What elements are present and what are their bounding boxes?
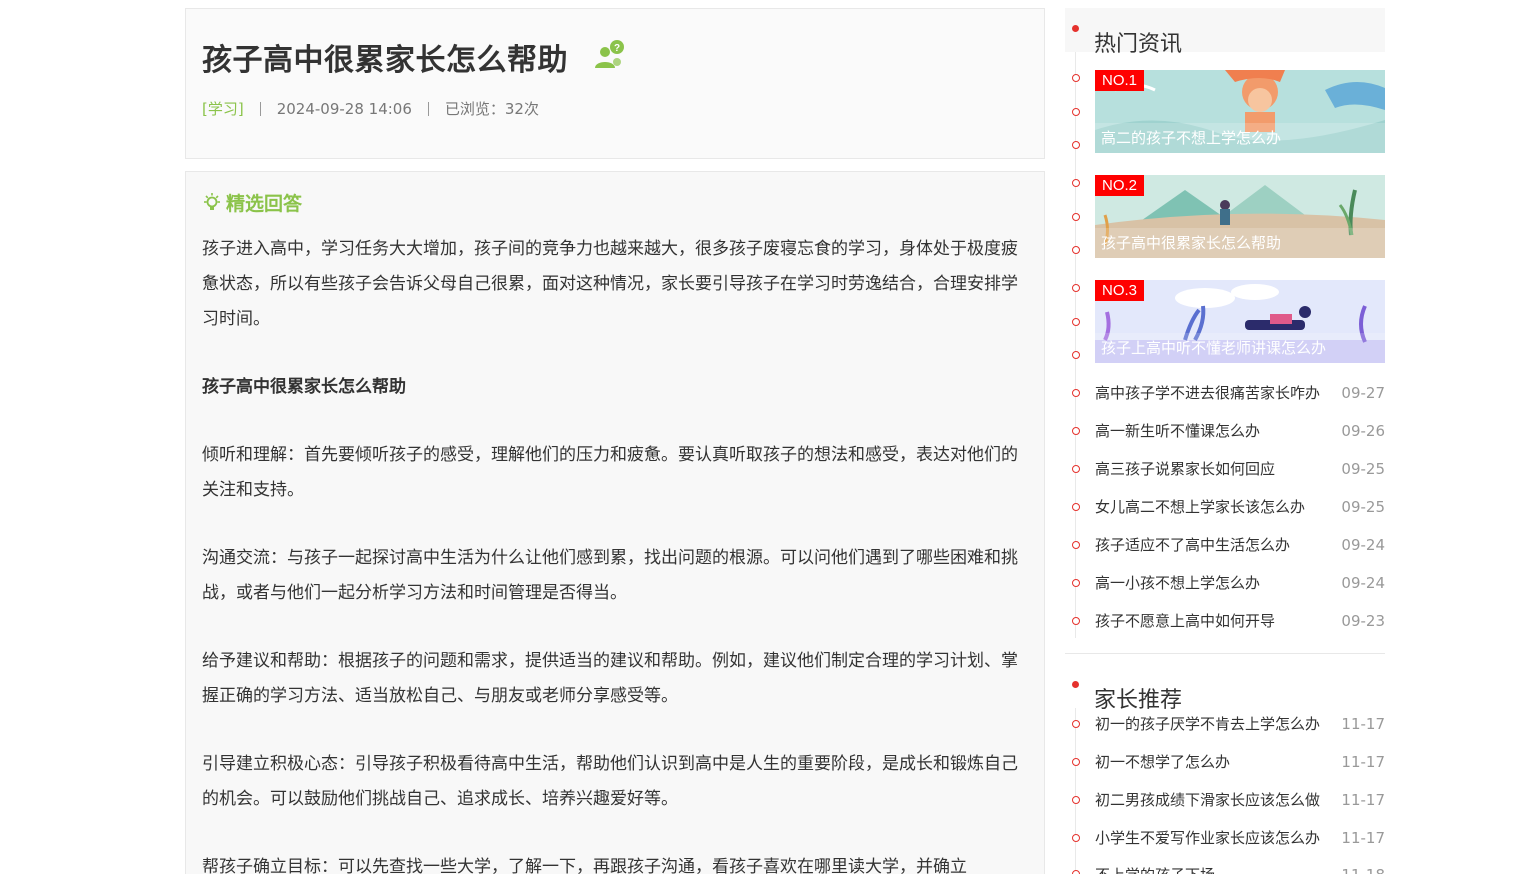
timeline-dot <box>1072 246 1080 254</box>
timeline-dot <box>1072 503 1080 511</box>
list-item-date: 11-17 <box>1341 715 1385 733</box>
list-item[interactable]: 孩子不愿意上高中如何开导 09-23 <box>1095 609 1385 633</box>
answer-heading: 精选回答 <box>202 189 302 216</box>
list-item[interactable]: 高一新生听不懂课怎么办 09-26 <box>1095 419 1385 443</box>
list-item-date: 09-25 <box>1341 460 1385 478</box>
featured-caption: 孩子高中很累家长怎么帮助 <box>1095 228 1385 258</box>
timeline-dot <box>1072 870 1080 874</box>
list-item-date: 09-27 <box>1341 384 1385 402</box>
timeline-dot <box>1072 834 1080 842</box>
timeline-dot <box>1072 720 1080 728</box>
user-question-icon: ? <box>594 39 626 71</box>
svg-text:?: ? <box>614 43 620 54</box>
timeline-dot <box>1072 141 1080 149</box>
list-item-date: 11-17 <box>1341 829 1385 847</box>
timeline-dot <box>1072 284 1080 292</box>
list-item-date: 11-18 <box>1341 863 1385 874</box>
list-item-title[interactable]: 高一新生听不懂课怎么办 <box>1095 419 1337 443</box>
paragraph: 孩子进入高中，学习任务大大增加，孩子间的竞争力也越来越大，很多孩子废寝忘食的学习… <box>202 239 1018 329</box>
sidebar: 热门资讯 NO.1 高二的孩子不想上学怎么办 NO.2 孩子高中很累家长怎么帮助… <box>1065 8 1385 874</box>
timeline-dot <box>1072 74 1080 82</box>
list-item-title[interactable]: 高一小孩不想上学怎么办 <box>1095 571 1337 595</box>
paragraph: 给予建议和帮助：根据孩子的问题和需求，提供适当的建议和帮助。例如，建议他们制定合… <box>202 651 1018 706</box>
list-item[interactable]: 高中孩子学不进去很痛苦家长咋办 09-27 <box>1095 381 1385 405</box>
featured-card[interactable]: NO.2 孩子高中很累家长怎么帮助 <box>1095 175 1385 258</box>
subheading: 孩子高中很累家长怎么帮助 <box>202 377 406 397</box>
list-item-title[interactable]: 初一不想学了怎么办 <box>1095 750 1337 774</box>
timeline-dot <box>1072 213 1080 221</box>
hot-news-header: 热门资讯 <box>1065 8 1385 57</box>
rank-badge: NO.2 <box>1095 175 1145 196</box>
article-header-card: 孩子高中很累家长怎么帮助 ? [学习] 2024-09-28 14:06 已浏览… <box>185 8 1045 159</box>
list-item[interactable]: 高三孩子说累家长如何回应 09-25 <box>1095 457 1385 481</box>
list-item[interactable]: 初一的孩子厌学不肯去上学怎么办 11-17 <box>1095 712 1385 736</box>
list-item-date: 09-24 <box>1341 574 1385 592</box>
list-item[interactable]: 孩子适应不了高中生活怎么办 09-24 <box>1095 533 1385 557</box>
meta-divider <box>427 101 429 116</box>
category-link[interactable]: [学习] <box>202 98 244 119</box>
featured-card[interactable]: NO.1 高二的孩子不想上学怎么办 <box>1095 70 1385 153</box>
timeline-dot <box>1072 796 1080 804</box>
list-item-date: 09-23 <box>1341 612 1385 630</box>
parents-recommend-header: 家长推荐 <box>1065 664 1385 713</box>
answer-body: 孩子进入高中，学习任务大大增加，孩子间的竞争力也越来越大，很多孩子废寝忘食的学习… <box>202 232 1022 874</box>
paragraph: 引导建立积极心态：引导孩子积极看待高中生活，帮助他们认识到高中是人生的重要阶段，… <box>202 754 1018 809</box>
list-item-title[interactable]: 不上学的孩子下场 <box>1095 863 1337 874</box>
paragraph: 倾听和理解：首先要倾听孩子的感受，理解他们的压力和疲惫。要认真听取孩子的想法和感… <box>202 445 1018 500</box>
list-item-title[interactable]: 初二男孩成绩下滑家长应该怎么做 <box>1095 788 1337 812</box>
timeline-dot <box>1072 389 1080 397</box>
list-item[interactable]: 高一小孩不想上学怎么办 09-24 <box>1095 571 1385 595</box>
article-meta: [学习] 2024-09-28 14:06 已浏览：32次 <box>202 98 539 119</box>
timeline-dot <box>1072 427 1080 435</box>
list-item-title[interactable]: 高三孩子说累家长如何回应 <box>1095 457 1337 481</box>
list-item[interactable]: 女儿高二不想上学家长该怎么办 09-25 <box>1095 495 1385 519</box>
rank-badge: NO.3 <box>1095 280 1145 301</box>
timeline-dot <box>1072 108 1080 116</box>
list-item-date: 09-24 <box>1341 536 1385 554</box>
section-divider <box>1065 653 1385 654</box>
featured-caption: 高二的孩子不想上学怎么办 <box>1095 123 1385 153</box>
meta-divider <box>259 101 261 116</box>
timeline-dot <box>1072 579 1080 587</box>
rank-badge: NO.1 <box>1095 70 1145 91</box>
timeline-line <box>1075 688 1076 874</box>
list-item-title[interactable]: 孩子适应不了高中生活怎么办 <box>1095 533 1337 557</box>
list-item[interactable]: 初一不想学了怎么办 11-17 <box>1095 750 1385 774</box>
list-item-title[interactable]: 女儿高二不想上学家长该怎么办 <box>1095 495 1337 519</box>
list-item-date: 09-26 <box>1341 422 1385 440</box>
list-item-title[interactable]: 孩子不愿意上高中如何开导 <box>1095 609 1337 633</box>
section-dot <box>1072 25 1079 32</box>
timeline-dot <box>1072 318 1080 326</box>
timeline-dot <box>1072 758 1080 766</box>
timeline-dot <box>1072 617 1080 625</box>
list-item-date: 09-25 <box>1341 498 1385 516</box>
list-item-date: 11-17 <box>1341 791 1385 809</box>
list-item[interactable]: 小学生不爱写作业家长应该怎么办 11-17 <box>1095 826 1385 850</box>
list-item-title[interactable]: 高中孩子学不进去很痛苦家长咋办 <box>1095 381 1337 405</box>
page-title: 孩子高中很累家长怎么帮助 <box>202 43 568 78</box>
answer-card: 精选回答 孩子进入高中，学习任务大大增加，孩子间的竞争力也越来越大，很多孩子废寝… <box>185 171 1045 874</box>
featured-caption: 孩子上高中听不懂老师讲课怎么办 <box>1095 333 1385 363</box>
list-item-title[interactable]: 初一的孩子厌学不肯去上学怎么办 <box>1095 712 1337 736</box>
section-dot <box>1072 681 1079 688</box>
list-item-title[interactable]: 小学生不爱写作业家长应该怎么办 <box>1095 826 1337 850</box>
timeline-dot <box>1072 541 1080 549</box>
list-item[interactable]: 不上学的孩子下场 11-18 <box>1095 863 1385 874</box>
timeline-dot <box>1072 465 1080 473</box>
timeline-dot <box>1072 179 1080 187</box>
timeline-dot <box>1072 351 1080 359</box>
list-item-date: 11-17 <box>1341 753 1385 771</box>
list-item[interactable]: 初二男孩成绩下滑家长应该怎么做 11-17 <box>1095 788 1385 812</box>
paragraph: 沟通交流：与孩子一起探讨高中生活为什么让他们感到累，找出问题的根源。可以问他们遇… <box>202 548 1018 603</box>
hot-news-title: 热门资讯 <box>1094 32 1183 57</box>
answer-heading-label: 精选回答 <box>226 193 303 215</box>
publish-datetime: 2024-09-28 14:06 <box>276 99 412 118</box>
lightbulb-icon <box>202 192 222 214</box>
featured-card[interactable]: NO.3 孩子上高中听不懂老师讲课怎么办 <box>1095 280 1385 363</box>
paragraph: 帮孩子确立目标：可以先查找一些大学，了解一下，再跟孩子沟通，看孩子喜欢在哪里读大… <box>202 857 967 874</box>
view-count: 已浏览：32次 <box>444 100 539 118</box>
parents-recommend-title: 家长推荐 <box>1094 688 1183 713</box>
